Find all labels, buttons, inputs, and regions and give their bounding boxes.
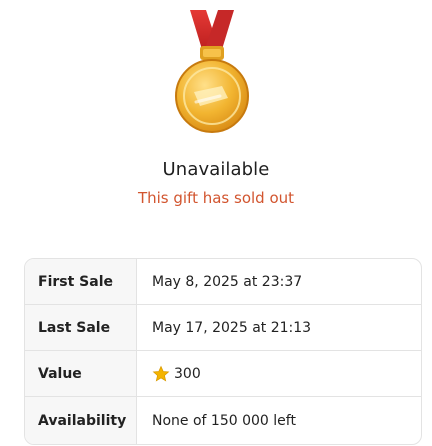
status-subtitle: This gift has sold out — [137, 189, 295, 207]
table-row-first-sale: First Sale May 8, 2025 at 23:37 — [25, 259, 421, 305]
availability-value: None of 150 000 left — [152, 412, 296, 429]
value-label: Value — [25, 351, 137, 396]
first-sale-label: First Sale — [25, 259, 137, 304]
table-row-availability: Availability None of 150 000 left — [25, 397, 421, 444]
medal-icon — [162, 6, 262, 146]
value-amount: 300 — [174, 365, 201, 382]
star-icon — [152, 365, 170, 383]
last-sale-value: May 17, 2025 at 21:13 — [152, 319, 312, 336]
value-cell: 300 — [137, 351, 421, 396]
first-sale-value: May 8, 2025 at 23:37 — [152, 273, 303, 290]
table-row-last-sale: Last Sale May 17, 2025 at 21:13 — [25, 305, 421, 351]
availability-label: Availability — [25, 397, 137, 444]
last-sale-label: Last Sale — [25, 305, 137, 350]
status-title: Unavailable — [162, 159, 270, 180]
gift-details-table: First Sale May 8, 2025 at 23:37 Last Sal… — [24, 258, 422, 445]
table-row-value: Value 300 — [25, 351, 421, 397]
